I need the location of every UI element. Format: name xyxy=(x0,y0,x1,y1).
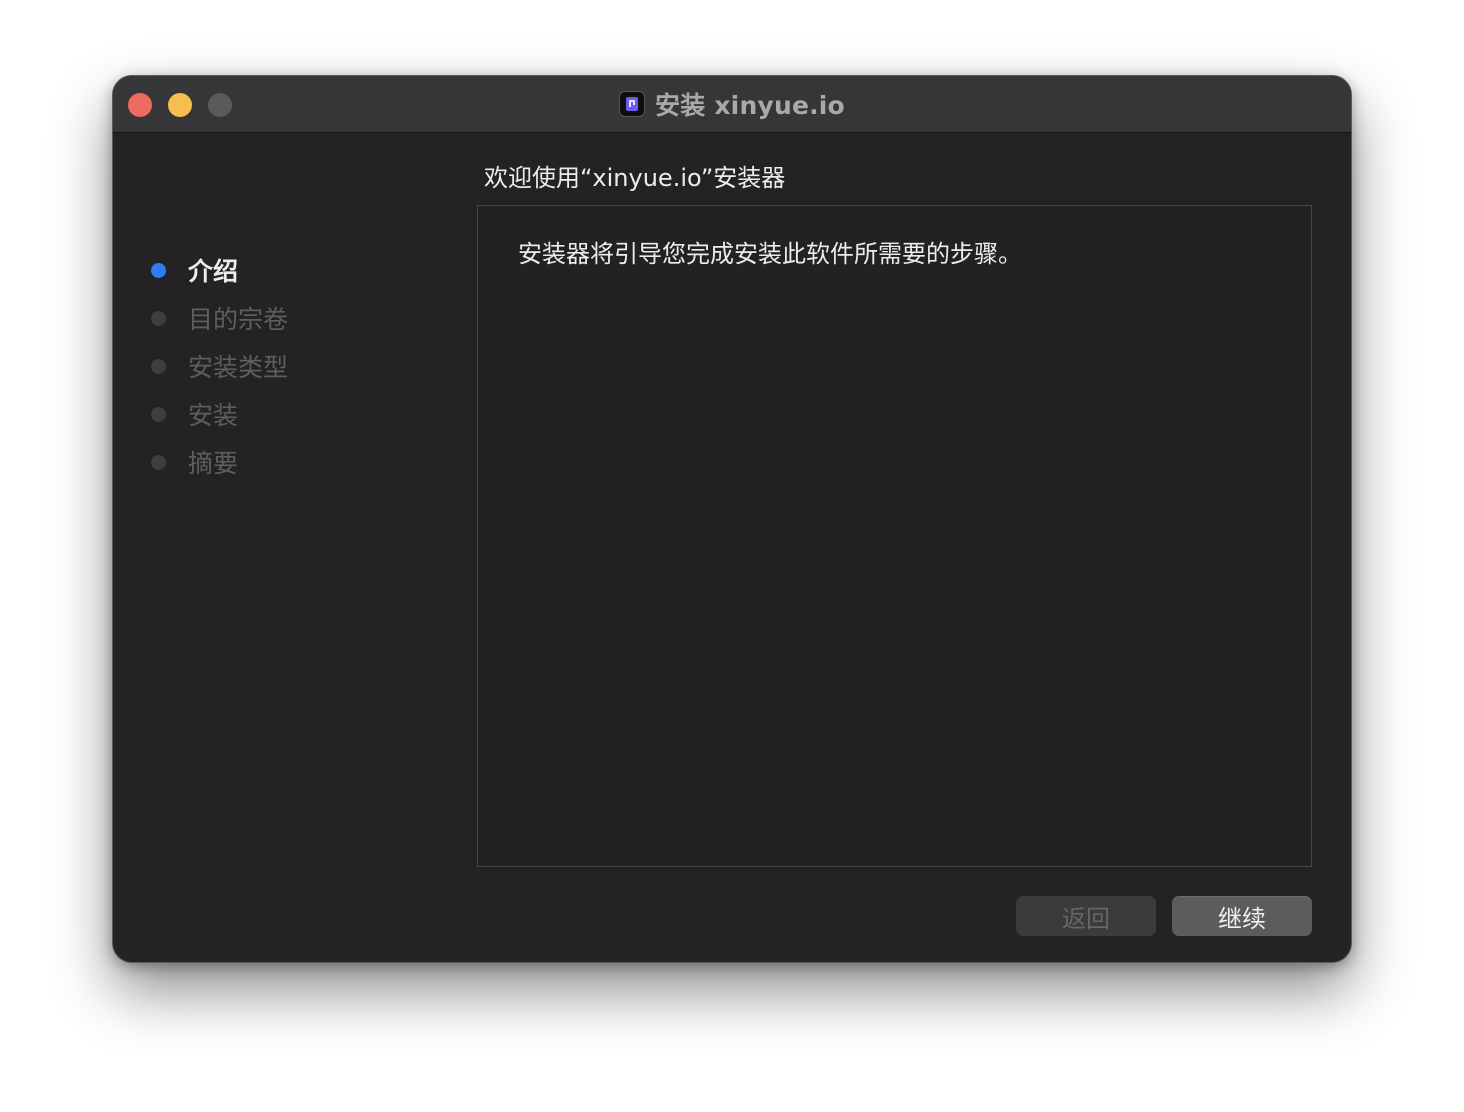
step-indicator-dot xyxy=(151,310,166,326)
step-installation-type: 安装类型 xyxy=(151,342,288,390)
intro-text: 安装器将引导您完成安装此软件所需要的步骤。 xyxy=(518,240,1022,268)
window-title-group: 安装 xinyue.io xyxy=(113,76,1351,132)
back-button[interactable]: 返回 xyxy=(1016,896,1156,936)
step-label: 安装 xyxy=(188,401,239,430)
step-indicator-dot xyxy=(151,406,166,422)
title-bar[interactable]: 安装 xinyue.io xyxy=(113,76,1351,133)
step-label: 目的宗卷 xyxy=(188,305,289,334)
step-summary: 摘要 xyxy=(151,438,288,486)
step-introduction: 介绍 xyxy=(151,246,288,294)
step-install: 安装 xyxy=(151,390,288,438)
installer-package-icon xyxy=(619,91,646,117)
step-label: 介绍 xyxy=(188,257,239,286)
continue-button[interactable]: 继续 xyxy=(1172,896,1312,936)
window-title: 安装 xinyue.io xyxy=(655,91,845,120)
step-label: 摘要 xyxy=(188,449,239,478)
installer-steps-sidebar: 介绍 目的宗卷 安装类型 安装 摘要 xyxy=(151,246,288,486)
step-indicator-dot xyxy=(151,454,166,470)
content-panel[interactable]: 安装器将引导您完成安装此软件所需要的步骤。 xyxy=(477,205,1312,867)
step-destination: 目的宗卷 xyxy=(151,294,288,342)
step-label: 安装类型 xyxy=(188,353,289,382)
page-heading: 欢迎使用“xinyue.io”安装器 xyxy=(484,164,786,192)
step-indicator-dot xyxy=(151,262,166,278)
installer-window: 安装 xinyue.io 介绍 目的宗卷 安装类型 安装 摘要 欢迎使用“xin… xyxy=(112,75,1352,963)
step-indicator-dot xyxy=(151,358,166,374)
